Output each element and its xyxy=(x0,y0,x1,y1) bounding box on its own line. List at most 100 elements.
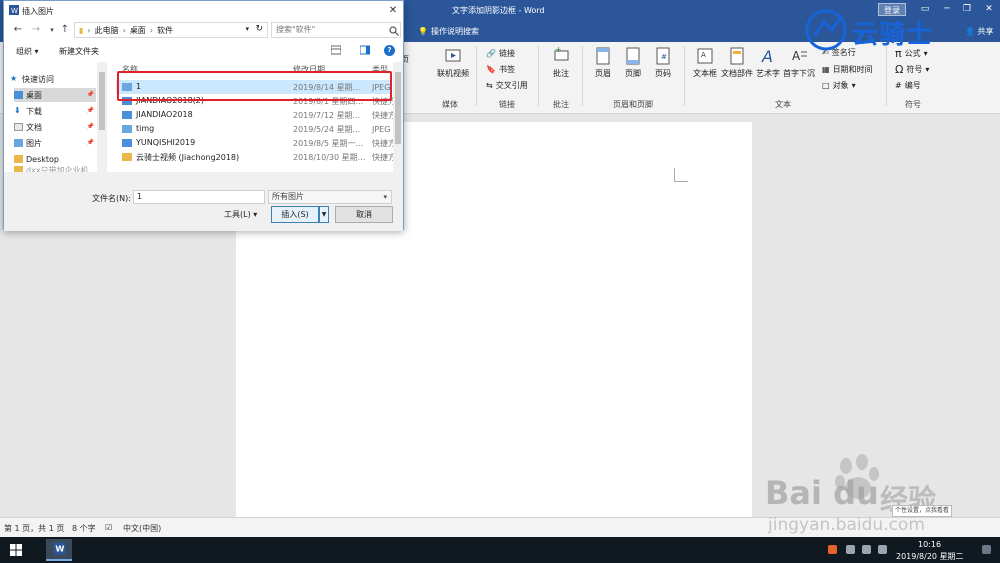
omega-icon: Ω xyxy=(895,63,904,76)
object-label: 对象 xyxy=(832,81,849,90)
footer-button[interactable]: 页脚 xyxy=(620,46,646,79)
number-button[interactable]: # 编号 xyxy=(895,80,921,91)
text-margin-marker xyxy=(674,168,688,182)
ribbon-separator xyxy=(684,46,685,106)
forward-arrow-icon[interactable]: → xyxy=(30,24,42,36)
nav-pictures[interactable]: 图片 📌 xyxy=(14,136,96,150)
online-video-icon xyxy=(445,49,461,62)
insert-button[interactable]: 插入(S) xyxy=(271,206,319,223)
pin-icon[interactable]: 📌 xyxy=(87,123,94,130)
header-icon xyxy=(596,47,610,65)
organize-menu[interactable]: 组织 ▾ xyxy=(16,46,39,57)
taskbar: W 10:16 2019/8/20 星期二 xyxy=(0,537,1000,563)
file-type-filter[interactable]: 所有图片 ▾ xyxy=(268,190,392,204)
bookmark-button[interactable]: 🔖 书签 xyxy=(486,64,515,75)
new-folder-button[interactable]: 新建文件夹 xyxy=(59,46,99,57)
page-count[interactable]: 第 1 页，共 1 页 xyxy=(4,523,64,534)
breadcrumb-desktop[interactable]: 桌面 xyxy=(130,25,146,36)
cross-reference-button[interactable]: ⇆ 交叉引用 xyxy=(486,80,528,91)
dialog-toolbar: 组织 ▾ 新建文件夹 ? xyxy=(4,41,403,60)
tray-app-icon[interactable] xyxy=(828,545,837,554)
file-row[interactable]: timg 2019/5/24 星期... JPEG 图 xyxy=(116,122,401,136)
notification-icon[interactable] xyxy=(982,545,991,554)
word-count[interactable]: 8 个字 xyxy=(72,523,96,534)
svg-text:W: W xyxy=(11,7,18,15)
dialog-titlebar: W 插入图片 ✕ xyxy=(4,1,403,20)
number-icon: # xyxy=(895,81,902,90)
refresh-icon[interactable]: ↻ xyxy=(255,24,263,34)
nav-desktop[interactable]: 桌面 📌 xyxy=(14,88,96,102)
network-icon[interactable] xyxy=(862,545,871,554)
file-row[interactable]: JIANDIAO2018 2019/7/12 星期... 快捷方 xyxy=(116,108,396,122)
comment-icon: + xyxy=(554,46,569,61)
clock-time[interactable]: 10:16 xyxy=(918,540,941,549)
language-indicator[interactable]: 中文(中国) xyxy=(123,523,161,534)
navigation-pane: ★ 快速访问 桌面 📌 ⬇ 下载 📌 文档 📌 图片 📌 Desktop dxx只带加企业机 xyxy=(4,62,107,174)
up-arrow-icon[interactable]: ↑ xyxy=(59,24,71,36)
link-button[interactable]: 🔗 链接 xyxy=(486,48,515,59)
file-row[interactable]: 云骑士视频 (Jiachong2018) 2018/10/30 星期... 快捷… xyxy=(116,150,396,164)
dialog-close-icon[interactable]: ✕ xyxy=(386,4,400,17)
recent-dropdown-icon[interactable]: ▾ xyxy=(46,24,58,36)
file-date: 2019/7/12 星期... xyxy=(293,111,361,120)
header-footer-group-label: 页眉和页脚 xyxy=(613,100,653,109)
page-number-button[interactable]: # 页码 xyxy=(650,46,676,79)
star-icon: ★ xyxy=(10,74,18,83)
breadcrumb-software[interactable]: 软件 xyxy=(157,25,173,36)
textbox-button[interactable]: A 文本框 xyxy=(690,46,720,79)
symbol-button[interactable]: Ω 符号 ▾ xyxy=(895,63,929,76)
tray-chevron-icon[interactable] xyxy=(846,545,855,554)
filename-input[interactable]: 1 xyxy=(133,190,265,204)
nav-label: 下载 xyxy=(26,106,42,116)
media-group-label: 媒体 xyxy=(442,100,458,109)
close-icon[interactable]: ✕ xyxy=(982,3,996,16)
nav-documents[interactable]: 文档 📌 xyxy=(14,120,96,134)
share-button[interactable]: 👤 共享 xyxy=(965,26,994,37)
view-options-icon[interactable] xyxy=(331,45,341,55)
pin-icon[interactable]: 📌 xyxy=(87,107,94,114)
nav-quick-access[interactable]: ★ 快速访问 xyxy=(10,72,92,86)
tools-menu[interactable]: 工具(L) ▾ xyxy=(224,209,257,220)
breadcrumb-this-pc[interactable]: 此电脑 xyxy=(95,25,119,36)
pin-icon[interactable]: 📌 xyxy=(87,91,94,98)
file-list-scrollbar-thumb[interactable] xyxy=(395,72,401,144)
object-button[interactable]: □ 对象 ▾ xyxy=(822,80,856,91)
insert-dropdown-icon[interactable]: ▼ xyxy=(319,206,329,223)
search-input[interactable]: 搜索"软件" xyxy=(271,22,401,38)
image-file-icon xyxy=(122,125,132,133)
quick-parts-button[interactable]: 文档部件 xyxy=(721,46,753,79)
baidu-watermark-text: Bai du xyxy=(765,474,879,512)
breadcrumb-separator: › xyxy=(87,25,91,35)
date-time-button[interactable]: ▦ 日期和时间 xyxy=(822,64,873,75)
tray-tooltip: 个性设置，点我看看 xyxy=(892,505,952,517)
tell-me-search[interactable]: 💡 操作说明搜索 xyxy=(418,26,479,37)
nav-scrollbar[interactable] xyxy=(97,62,107,172)
clock-date[interactable]: 2019/8/20 星期二 xyxy=(896,551,964,562)
baidu-watermark-url: jingyan.baidu.com xyxy=(768,515,925,535)
textbox-icon: A xyxy=(697,48,713,64)
back-arrow-icon[interactable]: ← xyxy=(12,24,24,36)
nav-scrollbar-thumb[interactable] xyxy=(99,72,105,130)
address-dropdown-icon[interactable]: ▾ xyxy=(245,25,249,33)
file-list-scrollbar[interactable] xyxy=(393,62,403,172)
address-bar[interactable]: ▮ › 此电脑 › 桌面 › 软件 ▾ ↻ xyxy=(74,22,268,38)
header-button[interactable]: 页眉 xyxy=(590,46,616,79)
help-icon[interactable]: ? xyxy=(384,45,395,56)
file-date: 2019/8/5 星期一... xyxy=(293,139,364,148)
file-row[interactable]: YUNQISHI2019 2019/8/5 星期一... 快捷方 xyxy=(116,136,396,150)
wordart-button[interactable]: A 艺术字 xyxy=(755,46,781,79)
volume-icon[interactable] xyxy=(878,545,887,554)
symbol-label: 符号 xyxy=(906,65,923,74)
brand-text: 云骑士 xyxy=(852,20,934,50)
word-taskbar-button[interactable]: W xyxy=(46,539,72,561)
online-video-button[interactable]: 联机视频 xyxy=(435,46,471,79)
preview-pane-icon[interactable] xyxy=(360,45,370,55)
comment-button[interactable]: + 批注 xyxy=(546,46,576,79)
cancel-button[interactable]: 取消 xyxy=(335,206,393,223)
pin-icon[interactable]: 📌 xyxy=(87,139,94,146)
nav-desktop-folder[interactable]: Desktop xyxy=(14,152,96,166)
windows-start-icon[interactable] xyxy=(10,544,22,556)
dialog-title: 插入图片 xyxy=(22,7,54,16)
nav-downloads[interactable]: ⬇ 下载 📌 xyxy=(14,104,96,118)
proofing-icon[interactable]: ☑ xyxy=(105,523,112,532)
